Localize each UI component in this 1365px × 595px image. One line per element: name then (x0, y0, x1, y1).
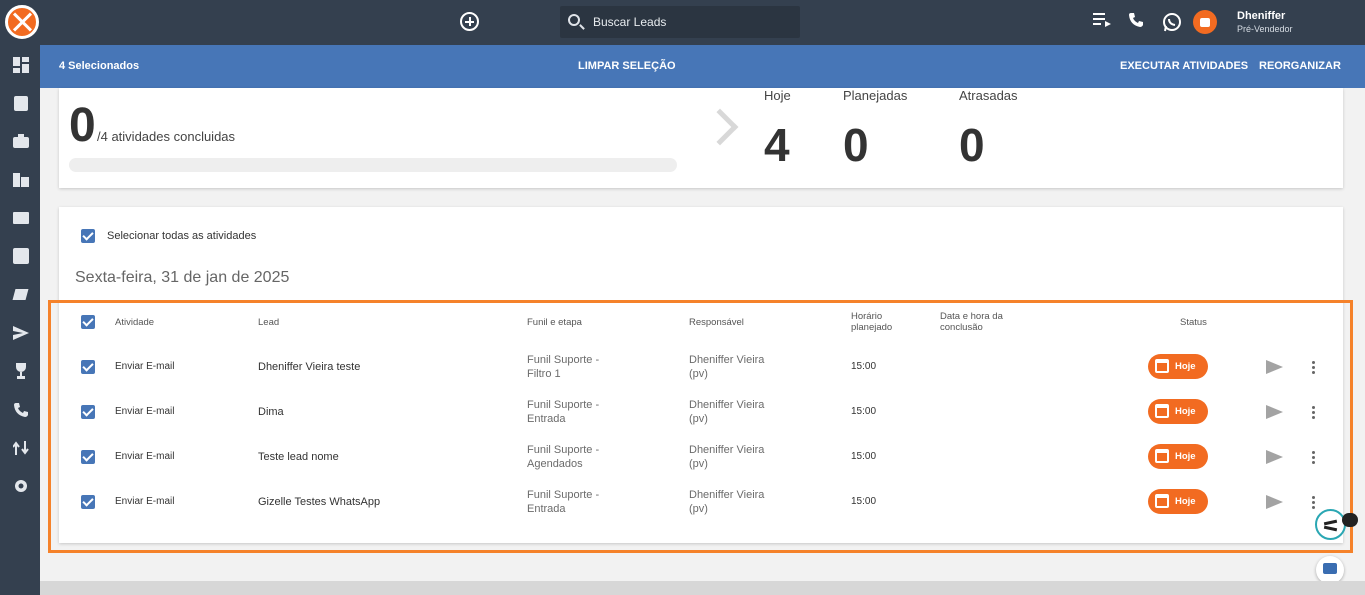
stat-value-planned: 0 (843, 119, 869, 171)
search-placeholder: Buscar Leads (593, 15, 667, 29)
stat-label-planned: Planejadas (843, 88, 908, 103)
user-name[interactable]: Dheniffer (1237, 10, 1285, 22)
flow-icon[interactable] (12, 440, 29, 456)
clear-selection-button[interactable]: LIMPAR SELEÇÃO (578, 60, 676, 72)
progress-bar (69, 158, 677, 172)
date-heading: Sexta-feira, 31 de jan de 2025 (75, 269, 290, 286)
building-icon[interactable] (13, 171, 29, 187)
execute-activities-button[interactable]: EXECUTAR ATIVIDADES (1120, 60, 1248, 72)
dashboard-icon[interactable] (13, 57, 29, 73)
playlist-icon[interactable] (1092, 12, 1112, 32)
reorganize-button[interactable]: REORGANIZAR (1259, 60, 1341, 72)
user-role: Pré-Vendedor (1237, 24, 1293, 34)
app-logo[interactable] (5, 5, 39, 39)
search-icon (568, 14, 580, 26)
avatar[interactable] (1193, 10, 1217, 34)
stat-label-overdue: Atrasadas (959, 88, 1018, 103)
phone-icon[interactable] (13, 402, 29, 418)
stat-value-today: 4 (764, 119, 790, 171)
completed-count: 0 (69, 99, 96, 152)
select-all-checkbox[interactable] (81, 229, 95, 243)
phone-icon[interactable] (1126, 12, 1146, 32)
completed-label: /4 atividades concluidas (97, 129, 236, 144)
summary-card: 0 /4 atividades concluidas Hoje 4 Planej… (59, 88, 1343, 188)
settings-icon[interactable] (13, 478, 29, 494)
add-icon[interactable] (460, 12, 479, 31)
tags-icon[interactable] (12, 286, 29, 302)
chevron-right-icon (701, 108, 739, 146)
selection-bar: 4 Selecionados LIMPAR SELEÇÃO EXECUTAR A… (40, 45, 1365, 88)
stat-value-overdue: 0 (959, 119, 985, 171)
floating-widget-icon[interactable] (1315, 509, 1346, 540)
chart-icon[interactable] (13, 248, 29, 264)
select-all-label: Selecionar todas as atividades (107, 230, 257, 242)
mail-icon[interactable] (13, 210, 29, 226)
search-input[interactable]: Buscar Leads (560, 6, 800, 38)
sidebar (0, 45, 40, 595)
stat-label-today: Hoje (764, 88, 791, 103)
bottom-scroll-area (40, 581, 1365, 595)
contacts-icon[interactable] (13, 95, 29, 111)
top-bar: Buscar Leads Dheniffer Pré-Vendedor (0, 0, 1365, 45)
chat-icon[interactable] (1316, 556, 1344, 584)
highlight-frame (48, 300, 1353, 553)
selected-count: 4 Selecionados (59, 60, 140, 72)
send-icon[interactable] (13, 325, 29, 341)
floating-widget-tab[interactable] (1342, 513, 1358, 527)
trophy-icon[interactable] (13, 363, 29, 379)
briefcase-icon[interactable] (13, 133, 29, 149)
whatsapp-icon[interactable] (1162, 12, 1182, 32)
